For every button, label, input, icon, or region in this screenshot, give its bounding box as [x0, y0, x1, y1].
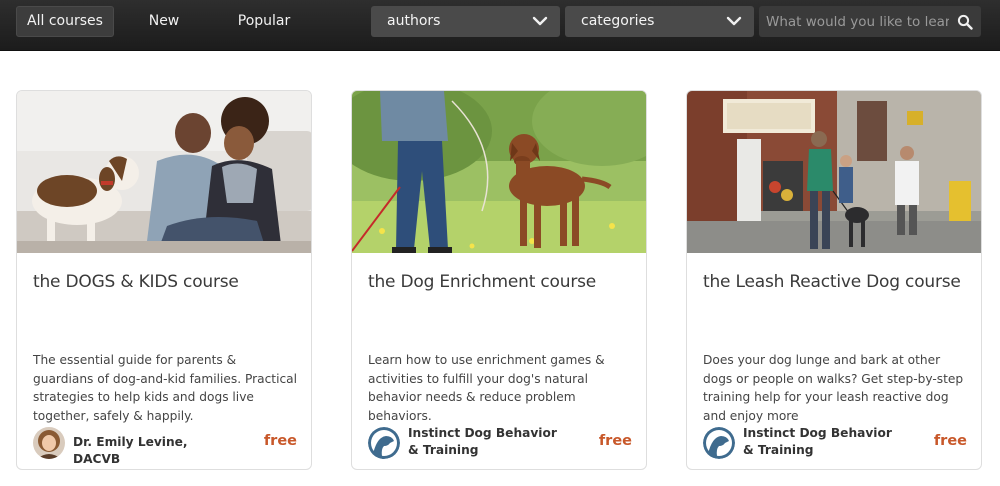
course-description: Learn how to use enrichment games & acti…: [368, 353, 605, 423]
dogs-kids-photo: [17, 91, 311, 253]
course-price: free: [598, 433, 632, 449]
leash-reactive-photo: [687, 91, 981, 253]
chevron-down-icon: [726, 16, 742, 26]
course-author: Instinct Dog Behavior & Training free: [368, 425, 632, 461]
course-thumbnail: [352, 91, 646, 253]
course-card-dog-enrichment[interactable]: the Dog Enrichment course Learn how to u…: [351, 90, 647, 470]
course-author: Instinct Dog Behavior & Training free: [703, 425, 967, 461]
search-icon[interactable]: [957, 14, 973, 30]
course-description: Does your dog lunge and bark at other do…: [703, 353, 964, 423]
course-thumbnail: [687, 91, 981, 253]
instinct-logo-icon: [703, 427, 735, 459]
tab-popular[interactable]: Popular: [222, 6, 306, 37]
course-title[interactable]: the DOGS & KIDS course: [33, 272, 297, 292]
categories-dropdown[interactable]: categories: [565, 6, 754, 37]
authors-dropdown[interactable]: authors: [371, 6, 560, 37]
author-name: Instinct Dog Behavior & Training: [743, 426, 892, 457]
tab-all-courses[interactable]: All courses: [16, 6, 114, 37]
search-box: [759, 6, 981, 37]
author-name: Dr. Emily Levine, DACVB: [73, 435, 188, 466]
course-author: Dr. Emily Levine, DACVB free: [33, 425, 297, 466]
instinct-logo-icon: [368, 427, 400, 459]
tab-new[interactable]: New: [130, 6, 198, 37]
course-card-dogs-kids[interactable]: the DOGS & KIDS course The essential gui…: [16, 90, 312, 470]
author-name: Instinct Dog Behavior & Training: [408, 426, 557, 457]
top-nav-bar: All courses New Popular authors categori…: [0, 0, 1000, 51]
course-thumbnail: [17, 91, 311, 253]
course-title[interactable]: the Leash Reactive Dog course: [703, 272, 967, 292]
course-title[interactable]: the Dog Enrichment course: [368, 272, 632, 292]
course-card-leash-reactive[interactable]: the Leash Reactive Dog course Does your …: [686, 90, 982, 470]
course-price: free: [263, 433, 297, 449]
categories-dropdown-label: categories: [581, 13, 655, 29]
search-input[interactable]: [759, 6, 949, 37]
chevron-down-icon: [532, 16, 548, 26]
avatar: [33, 427, 65, 459]
course-price: free: [933, 433, 967, 449]
course-description: The essential guide for parents & guardi…: [33, 353, 298, 423]
dog-enrichment-photo: [352, 91, 646, 253]
authors-dropdown-label: authors: [387, 13, 441, 29]
